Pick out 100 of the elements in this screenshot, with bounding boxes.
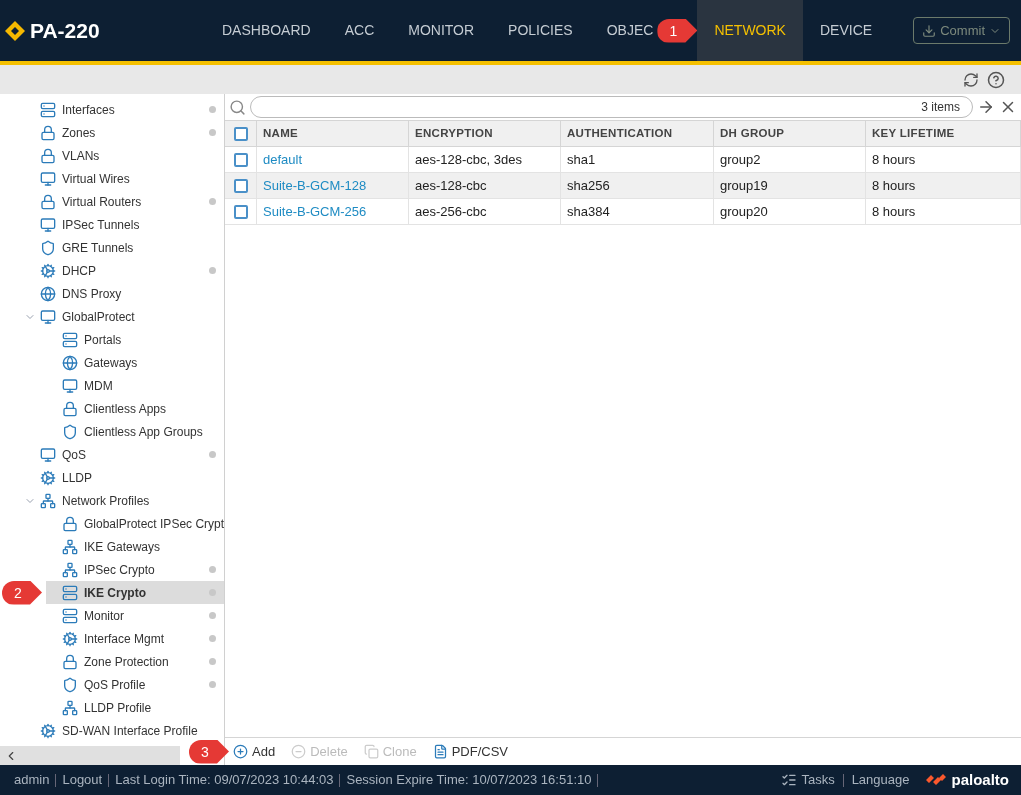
checkbox[interactable] <box>233 152 248 167</box>
sidebar-item[interactable]: VLANs <box>14 144 224 167</box>
sidebar-item[interactable]: Zones <box>14 121 224 144</box>
sidebar-label: Virtual Routers <box>62 193 142 211</box>
table-row[interactable]: Suite-B-GCM-256 aes-256-cbc sha384 group20 8 hours <box>225 199 1021 225</box>
column-header[interactable]: AUTHENTICATION <box>561 121 714 146</box>
nav-tab[interactable]: ACC <box>327 0 392 61</box>
sidebar-label: MDM <box>84 377 113 395</box>
search-icon <box>229 98 246 116</box>
sidebar-item[interactable]: GRE Tunnels <box>14 236 224 259</box>
table-row[interactable]: default aes-128-cbc, 3des sha1 group2 8 hours <box>225 147 1021 173</box>
action-button[interactable]: PDF/CSV <box>432 741 509 762</box>
sidebar-item[interactable]: Clientless Apps <box>14 397 224 420</box>
nav-tab[interactable]: NETWORK <box>697 0 803 61</box>
sidebar-item[interactable]: Virtual Wires <box>14 167 224 190</box>
column-header[interactable]: KEY LIFETIME <box>866 121 1021 146</box>
sidebar-item[interactable]: IPSec Tunnels <box>14 213 224 236</box>
column-header[interactable]: DH GROUP <box>714 121 866 146</box>
sidebar-label: Gateways <box>84 354 138 372</box>
sidebar-item[interactable]: Virtual Routers <box>14 190 224 213</box>
callout-badge: 3 <box>189 739 229 764</box>
sidebar-label: VLANs <box>62 147 100 165</box>
sidebar-item[interactable]: IKE Gateways <box>14 535 224 558</box>
sidebar-item[interactable]: Portals <box>14 328 224 351</box>
sidebar-item[interactable]: QoS <box>14 443 224 466</box>
sidebar-item[interactable]: LLDP Profile <box>14 696 224 719</box>
callout-badge: 2 <box>2 580 42 605</box>
sidebar-item[interactable]: IKE Crypto <box>46 581 224 604</box>
sidebar-item[interactable]: Interfaces <box>14 98 224 121</box>
nav-tab[interactable]: POLICIES <box>491 0 590 61</box>
sidebar-label: Clientless App Groups <box>84 423 203 441</box>
logout-link[interactable]: Logout <box>62 770 103 790</box>
checkbox[interactable] <box>233 204 248 219</box>
sidebar-item[interactable]: Gateways <box>14 351 224 374</box>
checkbox[interactable] <box>233 178 248 193</box>
checkbox[interactable] <box>233 126 248 141</box>
tasks-link[interactable]: Tasks <box>801 770 835 790</box>
sidebar-item[interactable]: SD-WAN Interface Profile <box>14 719 224 742</box>
table-cell: group2 <box>714 147 866 172</box>
monitor-icon <box>40 170 56 187</box>
minus-icon <box>291 744 307 759</box>
sidebar-label: GlobalProtect IPSec Crypt <box>84 515 224 533</box>
apply-filter-icon[interactable] <box>977 98 995 116</box>
profile-link[interactable]: Suite-B-GCM-256 <box>263 201 367 222</box>
sidebar-item[interactable]: LLDP <box>14 466 224 489</box>
table-cell: aes-128-cbc <box>409 173 561 198</box>
logo-icon <box>925 773 948 787</box>
plus-icon <box>233 744 248 759</box>
sidebar-label: Portals <box>84 331 122 349</box>
language-link[interactable]: Language <box>851 770 910 790</box>
table-cell: sha384 <box>561 199 714 224</box>
copy-icon <box>363 744 379 759</box>
lock-icon <box>40 147 56 164</box>
status-text: admin <box>14 771 50 790</box>
network-icon <box>40 492 56 509</box>
table-row[interactable]: Suite-B-GCM-128 aes-128-cbc sha256 group19 8 hours <box>225 173 1021 199</box>
table-cell: 8 hours <box>866 147 1021 172</box>
tasks-icon[interactable] <box>781 772 798 788</box>
sidebar-item[interactable]: GlobalProtect IPSec Crypt <box>14 512 224 535</box>
column-header[interactable]: ENCRYPTION <box>409 121 561 146</box>
status-text: Session Expire Time: 10/07/2023 16:51:10 <box>346 771 592 790</box>
horizontal-scrollbar[interactable] <box>0 746 180 765</box>
callout-badge: 1 <box>657 18 698 43</box>
gear-icon <box>40 469 56 486</box>
sidebar-label: QoS <box>62 446 86 464</box>
help-icon[interactable] <box>987 70 1005 89</box>
device-name: PA-220 <box>30 17 100 44</box>
network-icon <box>62 561 78 578</box>
sidebar-label: QoS Profile <box>84 676 146 694</box>
network-icon <box>62 538 78 555</box>
sidebar-label: Monitor <box>84 607 124 625</box>
nav-tab[interactable]: MONITOR <box>391 0 492 61</box>
sidebar-item[interactable]: Monitor <box>14 604 224 627</box>
sidebar-item[interactable]: Zone Protection <box>14 650 224 673</box>
sidebar-item[interactable]: Network Profiles <box>14 489 224 512</box>
sidebar-item[interactable]: IPSec Crypto <box>14 558 224 581</box>
lock-icon <box>62 653 78 670</box>
sidebar-label: Zones <box>62 124 96 142</box>
table-cell: aes-256-cbc <box>409 199 561 224</box>
profile-link[interactable]: default <box>263 149 303 170</box>
monitor-icon <box>40 308 56 325</box>
status-text: Last Login Time: 09/07/2023 10:44:03 <box>115 771 334 790</box>
item-count: 3 items <box>921 99 960 116</box>
nav-tab[interactable]: DEVICE <box>802 0 890 61</box>
sidebar-item[interactable]: DHCP <box>14 259 224 282</box>
sidebar-item[interactable]: QoS Profile <box>14 673 224 696</box>
shield-icon <box>62 423 78 440</box>
column-header[interactable]: NAME <box>257 121 409 146</box>
sidebar-item[interactable]: MDM <box>14 374 224 397</box>
monitor-icon <box>40 216 56 233</box>
sidebar-item[interactable]: Interface Mgmt <box>14 627 224 650</box>
globe-icon <box>40 285 56 302</box>
sidebar-item[interactable]: DNS Proxy <box>14 282 224 305</box>
sidebar-item[interactable]: GlobalProtect <box>14 305 224 328</box>
refresh-icon[interactable] <box>963 71 979 88</box>
lock-icon <box>62 515 78 532</box>
sidebar-label: IPSec Tunnels <box>62 216 140 234</box>
sidebar-label: GlobalProtect <box>62 308 135 326</box>
nav-tab[interactable]: DASHBOARD <box>205 0 328 61</box>
sidebar-item[interactable]: Clientless App Groups <box>14 420 224 443</box>
